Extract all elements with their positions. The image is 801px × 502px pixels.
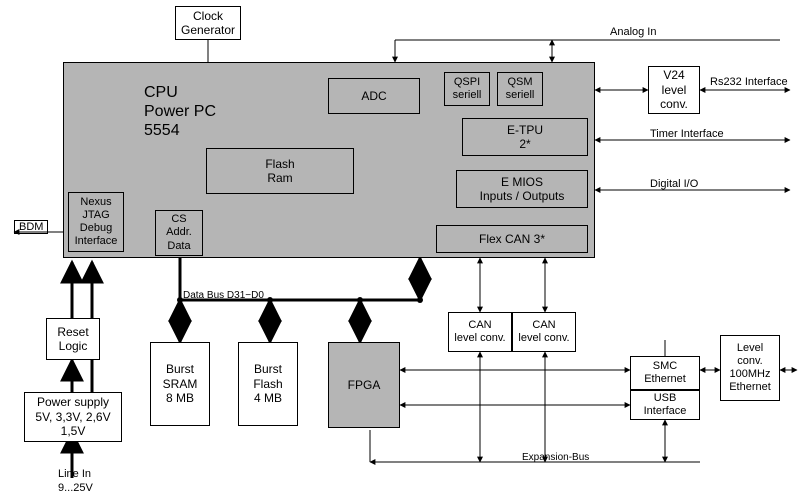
emios: E MIOS Inputs / Outputs (456, 170, 588, 208)
cpu-line1: CPU (144, 83, 216, 102)
data-bus-label: Data Bus D31−D0 (183, 290, 264, 301)
line-in-label-1: Line In (58, 468, 91, 480)
flexcan: Flex CAN 3* (436, 225, 588, 253)
fpga: FPGA (328, 342, 400, 428)
digital-io-label: Digital I/O (650, 178, 698, 190)
cpu-title: CPU Power PC 5554 (144, 83, 216, 141)
rs232-label: Rs232 Interface (710, 76, 788, 88)
nexus-jtag: Nexus JTAG Debug Interface (68, 192, 124, 252)
burst-sram: Burst SRAM 8 MB (150, 342, 210, 426)
qspi: QSPI seriell (444, 72, 490, 106)
burst-flash: Burst Flash 4 MB (238, 342, 298, 426)
expansion-bus-label: Expansion-Bus (522, 452, 589, 463)
cpu-line3: 5554 (144, 121, 216, 140)
level-conv-ethernet: Level conv. 100MHz Ethernet (720, 335, 780, 401)
flash-ram: Flash Ram (206, 148, 354, 194)
analog-in-label: Analog In (610, 26, 656, 38)
reset-logic: Reset Logic (46, 318, 100, 360)
line-in-label-2: 9...25V (58, 482, 93, 494)
clock-generator: Clock Generator (175, 6, 241, 40)
qsm: QSM seriell (497, 72, 543, 106)
cs-addr-data: CS Addr. Data (155, 210, 203, 256)
can-level-conv-1: CAN level conv. (448, 312, 512, 352)
usb-interface: USB Interface (630, 390, 700, 420)
bdm-label: BDM (14, 220, 48, 234)
etpu: E-TPU 2* (462, 118, 588, 156)
power-supply: Power supply 5V, 3,3V, 2,6V 1,5V (24, 392, 122, 442)
can-level-conv-2: CAN level conv. (512, 312, 576, 352)
v24-level-conv: V24 level conv. (648, 66, 700, 114)
cpu-line2: Power PC (144, 102, 216, 121)
timer-label: Timer Interface (650, 128, 724, 140)
adc: ADC (328, 78, 420, 114)
smc-ethernet: SMC Ethernet (630, 356, 700, 390)
